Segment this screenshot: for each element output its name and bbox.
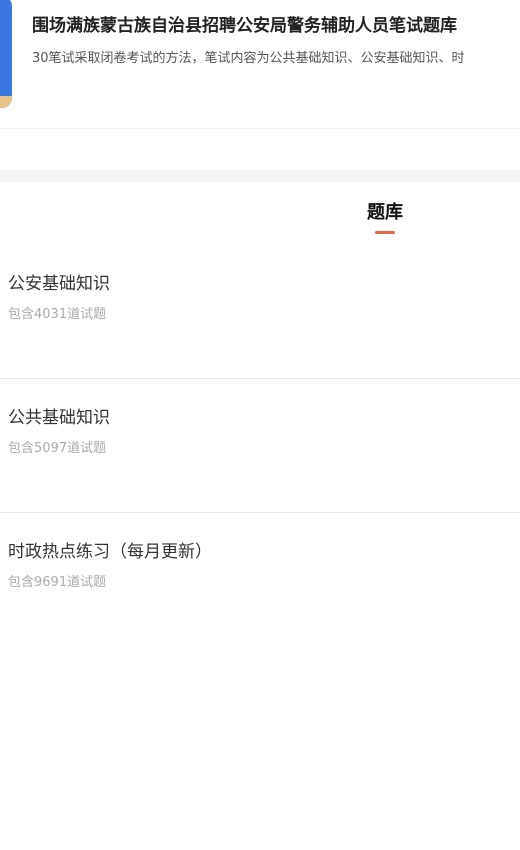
page: 围场满族蒙古族自治县招聘公安局警务辅助人员笔试题库 30笔试采取闭卷考试的方法，…	[0, 0, 520, 850]
item-title: 公安基础知识	[8, 274, 110, 294]
active-tab-indicator	[375, 231, 395, 234]
list-item[interactable]: 时政热点练习（每月更新） 包含9691道试题	[0, 513, 520, 646]
list-item[interactable]: 公安基础知识 包含4031道试题	[0, 245, 520, 379]
book-description: 30笔试采取闭卷考试的方法，笔试内容为公共基础知识、公安基础知识、时	[32, 51, 465, 66]
book-header[interactable]: 围场满族蒙古族自治县招聘公安局警务辅助人员笔试题库 30笔试采取闭卷考试的方法，…	[0, 0, 520, 129]
section-divider	[0, 170, 520, 182]
item-title: 公共基础知识	[8, 408, 110, 428]
question-bank-list: 公安基础知识 包含4031道试题 公共基础知识 包含5097道试题 时政热点练习…	[0, 245, 520, 646]
tab-bar: 题库	[0, 182, 520, 242]
tab-question-bank[interactable]: 题库	[345, 200, 425, 226]
list-item[interactable]: 公共基础知识 包含5097道试题	[0, 379, 520, 513]
item-count: 包含9691道试题	[8, 575, 107, 590]
item-count: 包含5097道试题	[8, 441, 107, 456]
book-cover-image	[0, 0, 12, 108]
item-title: 时政热点练习（每月更新）	[8, 542, 212, 562]
book-title: 围场满族蒙古族自治县招聘公安局警务辅助人员笔试题库	[32, 16, 457, 36]
item-count: 包含4031道试题	[8, 307, 107, 322]
